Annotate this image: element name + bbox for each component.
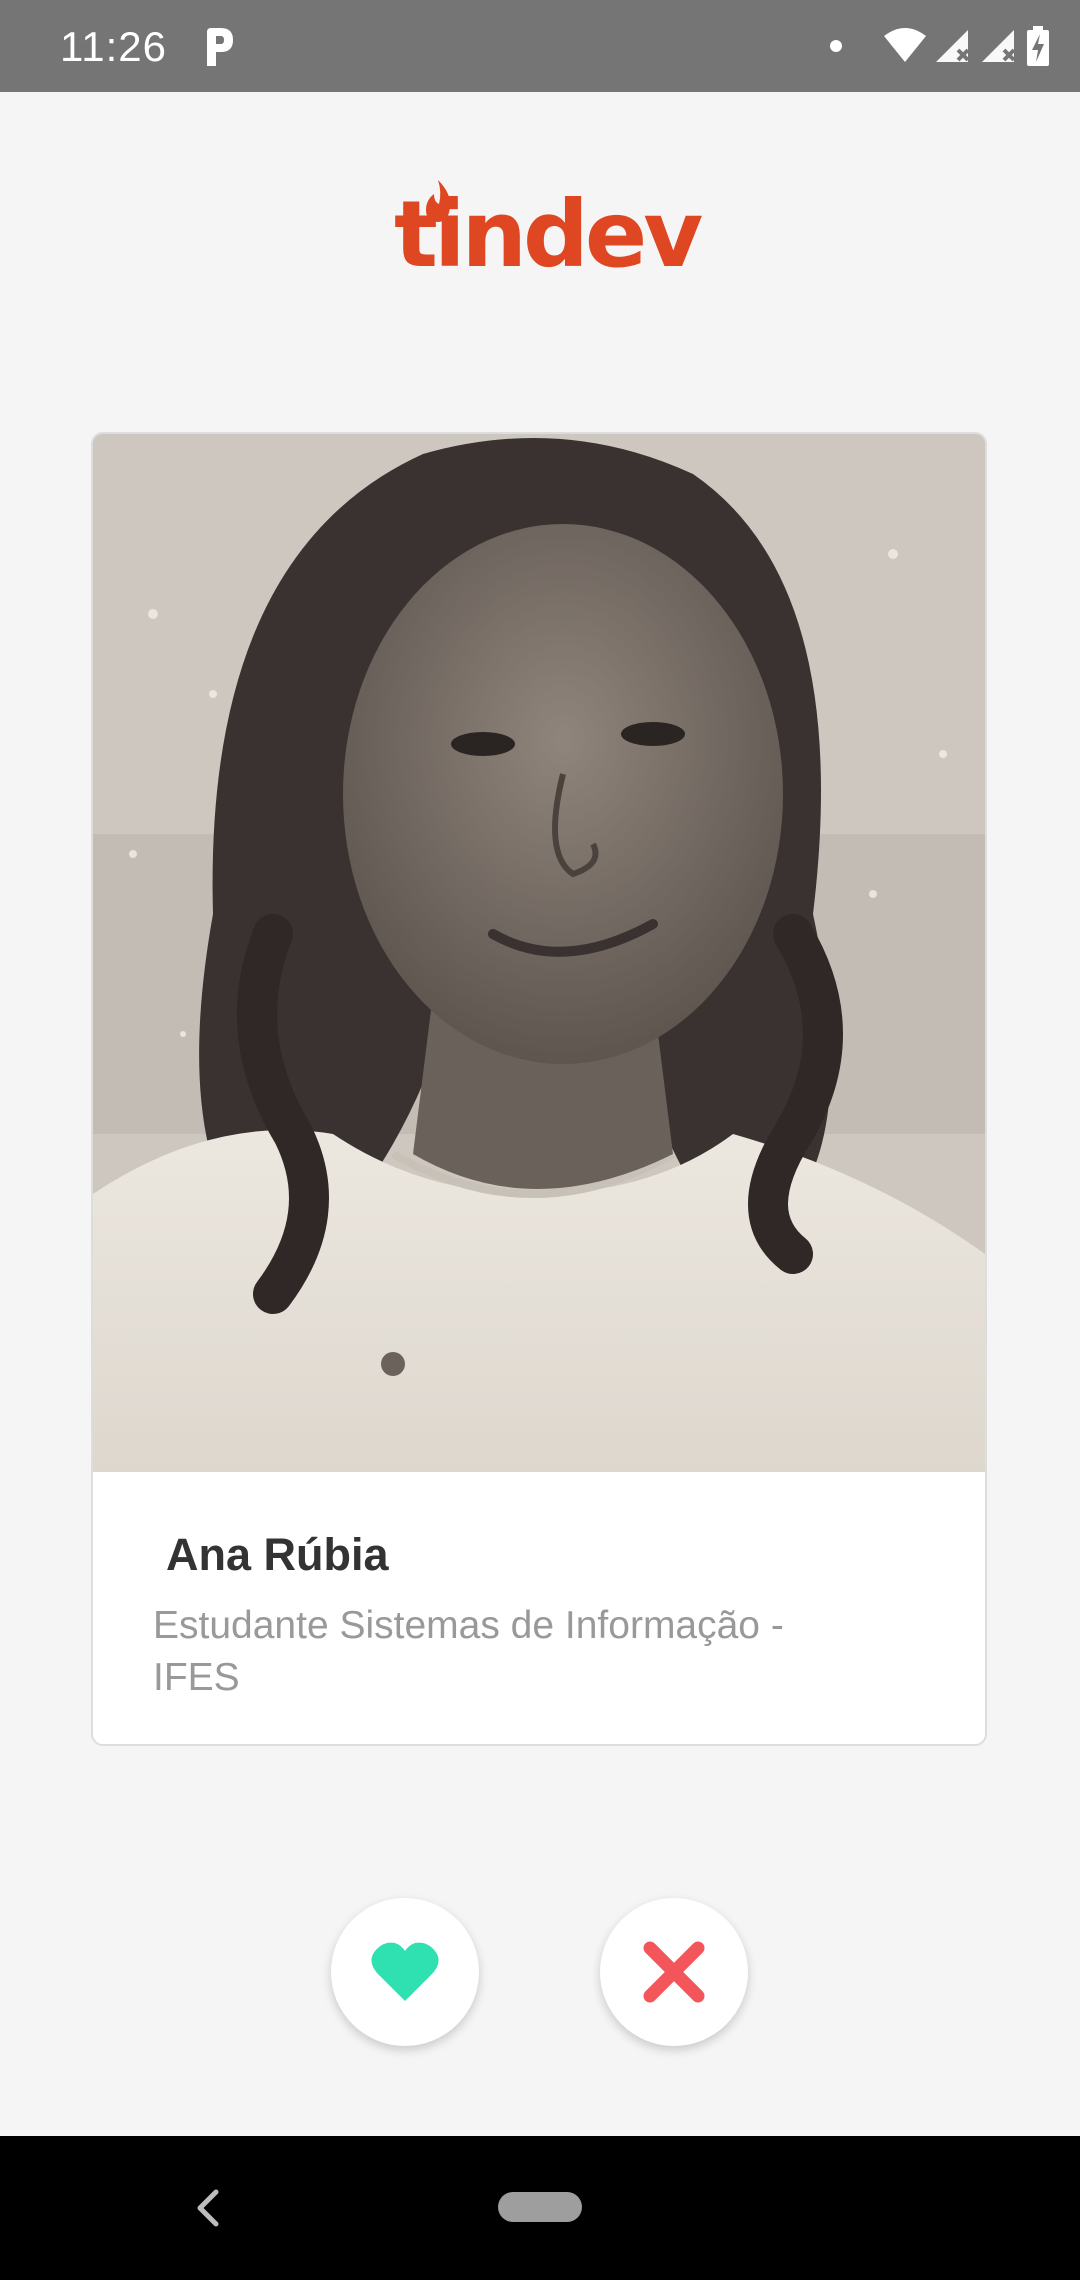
profile-info: Ana Rúbia Estudante Sistemas de Informaç… [93, 1472, 985, 1744]
like-button[interactable] [331, 1898, 479, 2046]
tindev-logo: tindev [394, 180, 703, 290]
parking-notification-icon [207, 28, 233, 66]
heart-icon [371, 1942, 439, 2001]
battery-charging-icon [1027, 26, 1049, 66]
notification-dot-icon [830, 40, 842, 52]
status-time: 11:26 [60, 23, 167, 70]
home-pill[interactable] [498, 2192, 582, 2222]
chevron-left-icon[interactable] [190, 2188, 226, 2228]
status-bar: 11:26 [0, 0, 1080, 92]
cellular-signal-2-icon [982, 30, 1016, 62]
close-icon [643, 1941, 705, 2003]
cellular-signal-icon [936, 30, 970, 62]
dislike-button[interactable] [600, 1898, 748, 2046]
status-icons [830, 22, 1050, 70]
profile-photo [93, 434, 985, 1472]
logo-text: tindev [394, 181, 703, 288]
profile-bio: Estudante Sistemas de Informação - IFES [153, 1604, 784, 1699]
navigation-bar [0, 2136, 1080, 2280]
wifi-icon [884, 28, 926, 62]
profile-card[interactable]: Ana Rúbia Estudante Sistemas de Informaç… [91, 432, 987, 1746]
profile-name: Ana Rúbia [166, 1529, 389, 1580]
